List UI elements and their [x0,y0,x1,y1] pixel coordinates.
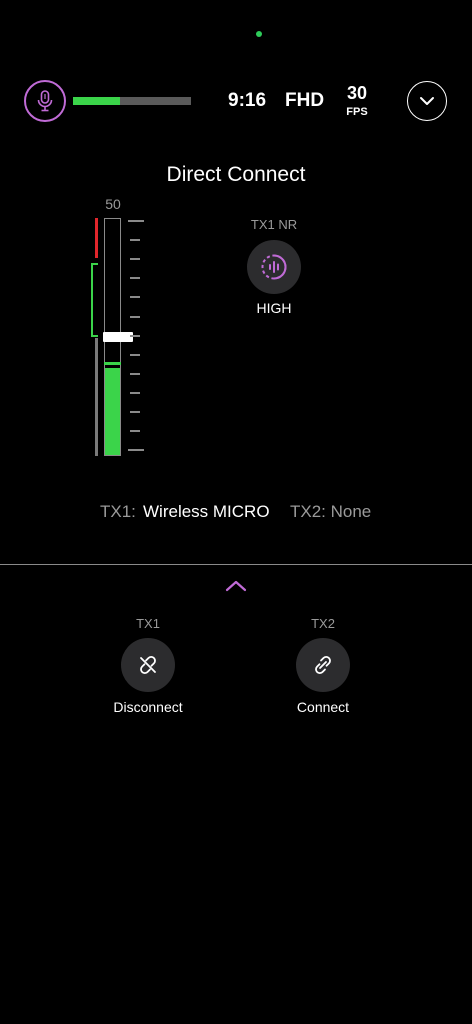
chevron-up-icon [225,580,247,592]
camera-indicator-dot [256,31,262,37]
tx2-status: TX2: None [290,502,372,521]
meter-tick [130,391,140,394]
noise-reduction-button[interactable] [247,240,301,294]
meter-tick [130,258,140,261]
recording-time: 9:16 [228,90,267,111]
meter-scale [128,218,144,458]
meter-max-label: 50 [105,196,121,212]
divider [0,564,472,565]
optimal-zone-bracket [91,263,98,337]
record-level-fill [73,97,121,105]
noise-reduction-label: TX1 NR [250,217,298,232]
unlink-icon [140,655,156,675]
meter-level-marker [104,362,121,365]
link-icon [315,655,331,675]
tx2-action-label: Connect [296,699,350,715]
audio-level-fill [105,367,120,455]
meter-tick [130,239,140,242]
meter-tick [130,315,140,318]
meter-tick [128,449,144,452]
tx2-slot-label: TX2 [311,616,335,631]
expand-button[interactable] [222,576,250,596]
tx1-disconnect-button[interactable] [121,638,175,692]
meter-tick [130,277,140,280]
meter-tick [130,353,140,356]
meter-tick [128,220,144,222]
record-level-bar [73,97,191,105]
meter-tick [130,334,140,337]
frame-rate-unit: FPS [346,106,368,118]
tx1-prefix: TX1: [100,502,136,521]
tx1-action-label: Disconnect [113,699,183,715]
microphone-button[interactable] [24,80,66,122]
meter-tick [130,430,140,433]
meter-tick [130,372,140,375]
tx1-device-name: Wireless MICRO [143,502,270,521]
meter-tick [130,411,140,413]
peak-zone-indicator [95,218,98,258]
microphone-icon [37,90,53,112]
frame-rate-value: 30 [346,83,368,103]
noise-reduction-value: HIGH [256,300,292,316]
noise-reduction-icon [261,254,287,280]
tx2-connect-button[interactable] [296,638,350,692]
chevron-down-icon [420,97,434,105]
collapse-button[interactable] [407,81,447,121]
resolution-label: FHD [285,90,325,111]
page-title: Direct Connect [166,163,306,186]
low-zone-indicator [95,338,98,456]
meter-tick [130,296,140,299]
tx1-slot-label: TX1 [136,616,160,631]
